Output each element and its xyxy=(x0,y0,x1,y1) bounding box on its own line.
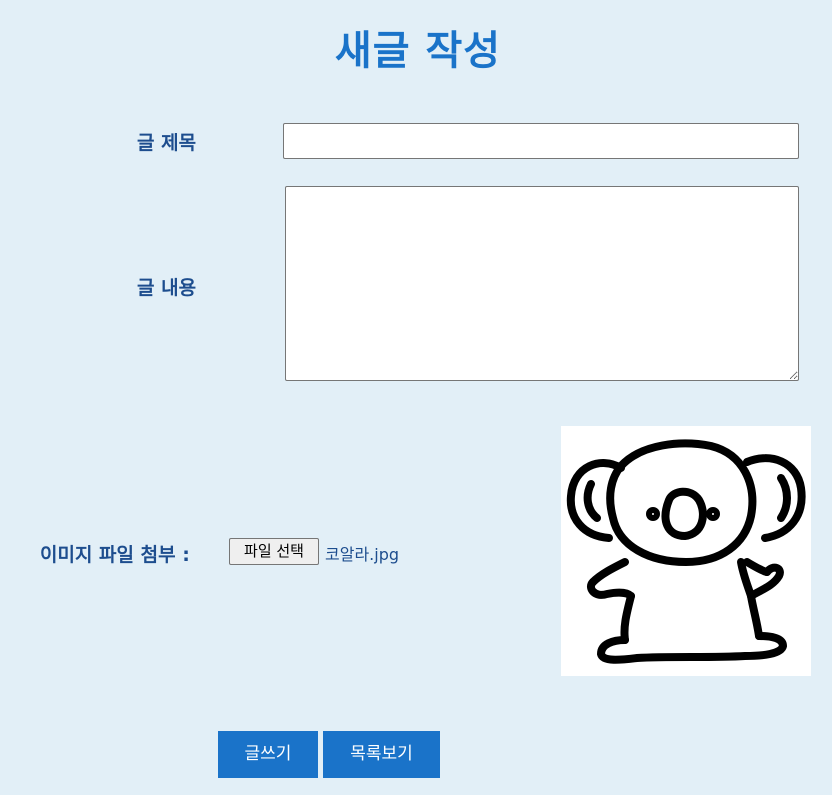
koala-drawing-icon xyxy=(566,439,806,664)
selected-file-name: 코알라.jpg xyxy=(325,545,400,564)
content-textarea[interactable] xyxy=(285,186,799,381)
page-title: 새글 작성 xyxy=(334,28,502,74)
list-button[interactable]: 목록보기 xyxy=(323,731,440,778)
file-select-button[interactable]: 파일 선택 xyxy=(229,538,319,565)
image-preview xyxy=(561,426,811,676)
file-attach-label: 이미지 파일 첨부 : xyxy=(40,544,190,566)
new-post-page: 새글 작성 글 제목 글 내용 이미지 파일 첨부 : 파일 선택 코알라.jp… xyxy=(0,0,832,795)
content-label: 글 내용 xyxy=(137,277,197,299)
title-input[interactable] xyxy=(283,123,799,159)
write-button[interactable]: 글쓰기 xyxy=(218,731,318,778)
title-label: 글 제목 xyxy=(137,132,197,154)
